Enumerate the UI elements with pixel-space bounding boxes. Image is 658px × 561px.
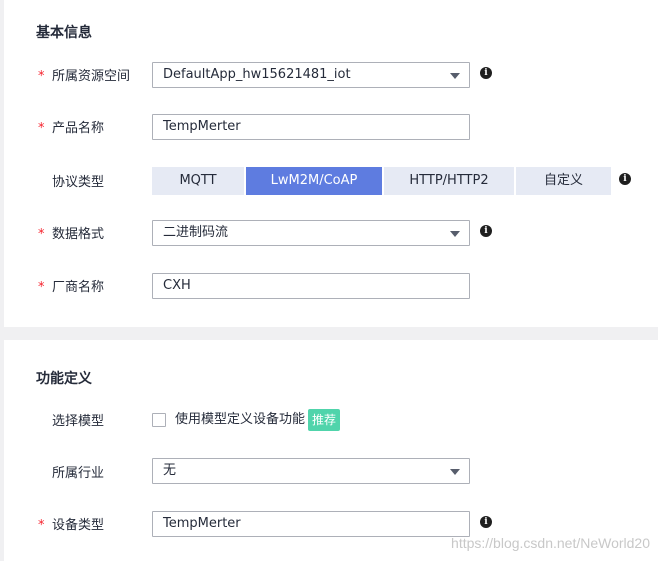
- protocol-option-mqtt[interactable]: MQTT: [152, 167, 244, 195]
- product-name-label: * 产品名称: [38, 116, 148, 142]
- info-icon[interactable]: i: [480, 516, 492, 528]
- protocol-option-lwm2m[interactable]: LwM2M/CoAP: [246, 167, 382, 195]
- app-space-select[interactable]: DefaultApp_hw15621481_iot: [152, 62, 470, 88]
- required-mark: *: [38, 227, 45, 242]
- info-icon[interactable]: i: [619, 173, 631, 185]
- vendor-label: * 厂商名称: [38, 275, 148, 301]
- device-type-input[interactable]: TempMerter: [152, 511, 470, 537]
- section-title-func: 功能定义: [36, 371, 92, 387]
- device-type-label: * 设备类型: [38, 513, 148, 539]
- industry-select[interactable]: 无: [152, 458, 470, 484]
- function-definition-card: 功能定义 选择模型 使用模型定义设备功能 推荐 所属行业 无 * 设备类型 Tem…: [4, 340, 658, 561]
- use-model-checkbox[interactable]: [152, 413, 166, 427]
- required-mark: *: [38, 518, 45, 533]
- protocol-option-http[interactable]: HTTP/HTTP2: [384, 167, 514, 195]
- vendor-input[interactable]: CXH: [152, 273, 470, 299]
- basic-info-card: 基本信息 * 所属资源空间 DefaultApp_hw15621481_iot i…: [4, 0, 658, 327]
- section-title-basic: 基本信息: [36, 25, 92, 41]
- watermark: https://blog.csdn.net/NeWorld20: [451, 535, 650, 551]
- chevron-down-icon: [450, 73, 460, 79]
- industry-label: 所属行业: [52, 466, 105, 481]
- chevron-down-icon: [450, 231, 460, 237]
- data-format-select[interactable]: 二进制码流: [152, 220, 470, 246]
- use-model-text: 使用模型定义设备功能: [175, 412, 306, 427]
- info-icon[interactable]: i: [480, 225, 492, 237]
- protocol-label: 协议类型: [52, 175, 105, 190]
- recommend-badge: 推荐: [308, 409, 341, 431]
- data-format-label: * 数据格式: [38, 222, 148, 248]
- protocol-option-custom[interactable]: 自定义: [516, 167, 611, 195]
- info-icon[interactable]: i: [480, 67, 492, 79]
- product-name-input[interactable]: TempMerter: [152, 114, 470, 140]
- app-space-value: DefaultApp_hw15621481_iot: [163, 67, 351, 82]
- app-space-label: * 所属资源空间: [38, 64, 148, 90]
- chevron-down-icon: [450, 469, 460, 475]
- model-label: 选择模型: [52, 414, 105, 429]
- required-mark: *: [38, 121, 45, 136]
- required-mark: *: [38, 69, 45, 84]
- required-mark: *: [38, 280, 45, 295]
